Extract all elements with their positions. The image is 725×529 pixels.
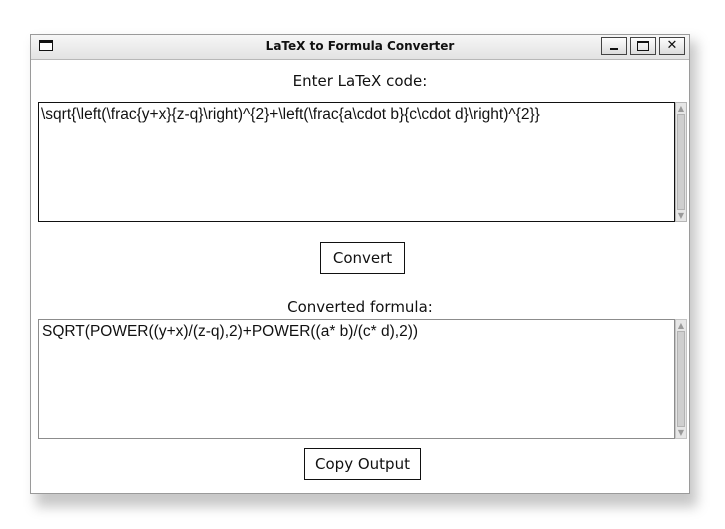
scroll-down-arrow-icon[interactable]: ▼	[676, 427, 686, 438]
title-bar[interactable]: LaTeX to Formula Converter ✕	[31, 35, 689, 60]
input-label: Enter LaTeX code:	[292, 72, 428, 90]
input-scrollbar-thumb[interactable]	[677, 114, 685, 210]
screen: LaTeX to Formula Converter ✕ Enter LaTeX…	[0, 0, 725, 529]
output-label: Converted formula:	[287, 298, 433, 316]
close-icon: ✕	[666, 38, 678, 53]
latex-input[interactable]: \sqrt{\left(\frac{y+x}{z-q}\right)^{2}+\…	[38, 102, 675, 222]
maximize-button[interactable]	[630, 37, 656, 55]
formula-output[interactable]: SQRT(POWER((y+x)/(z-q),2)+POWER((a* b)/(…	[38, 319, 675, 439]
output-scrollbar[interactable]: ▲ ▼	[675, 319, 687, 439]
output-scrollbar-thumb[interactable]	[677, 331, 685, 427]
scroll-up-arrow-icon[interactable]: ▲	[676, 103, 686, 114]
close-button[interactable]: ✕	[659, 37, 685, 55]
app-window: LaTeX to Formula Converter ✕ Enter LaTeX…	[30, 34, 690, 494]
input-scrollbar[interactable]: ▲ ▼	[675, 102, 687, 222]
convert-button[interactable]: Convert	[320, 242, 405, 274]
minimize-icon	[610, 48, 618, 50]
maximize-icon	[637, 41, 649, 51]
minimize-button[interactable]	[601, 37, 627, 55]
scroll-down-arrow-icon[interactable]: ▼	[676, 210, 686, 221]
window-title: LaTeX to Formula Converter	[265, 39, 455, 53]
scroll-up-arrow-icon[interactable]: ▲	[676, 320, 686, 331]
copy-output-button[interactable]: Copy Output	[304, 448, 421, 480]
